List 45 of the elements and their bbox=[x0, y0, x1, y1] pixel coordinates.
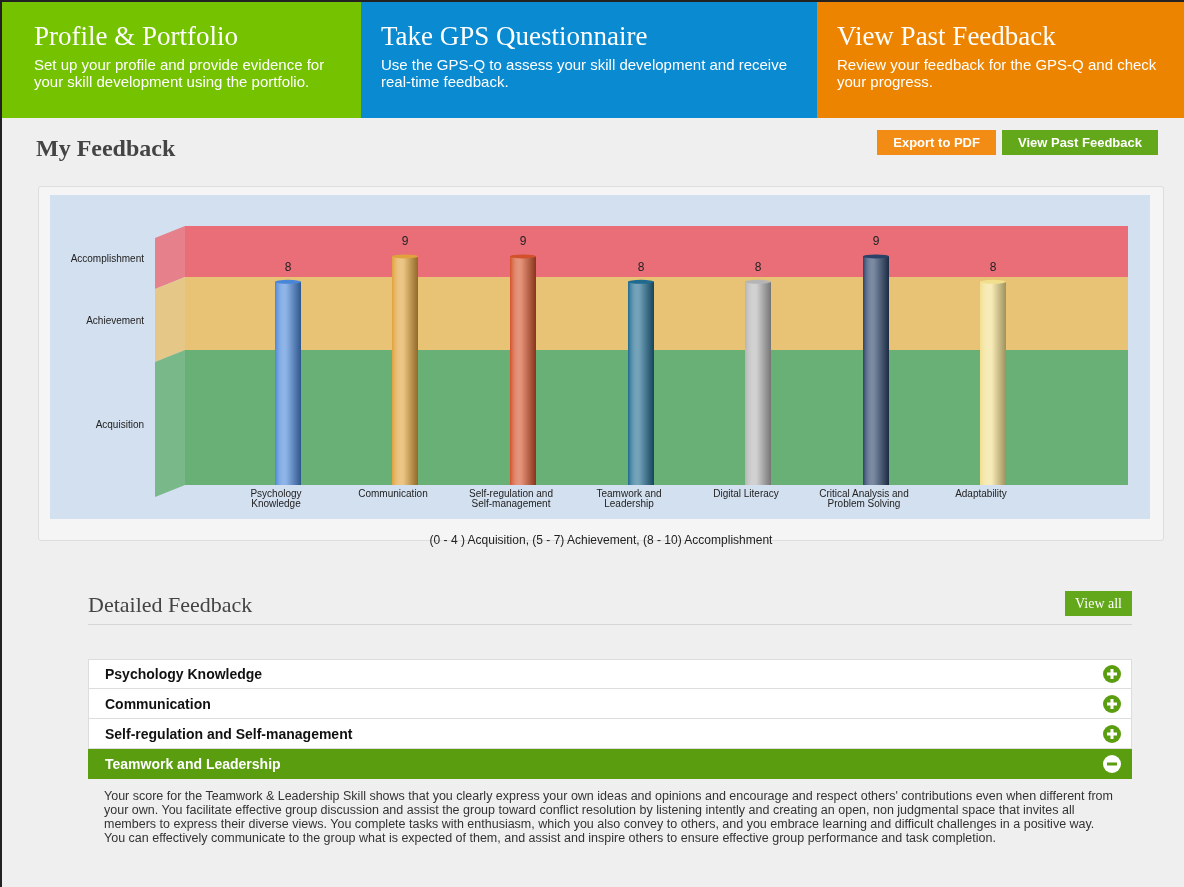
collapse-icon[interactable] bbox=[1103, 754, 1121, 773]
band-label: Acquisition bbox=[95, 418, 144, 430]
value-label: 9 bbox=[401, 234, 409, 249]
tile-description: Review your feedback for the GPS-Q and check your progress. bbox=[837, 56, 1158, 90]
value-label: 8 bbox=[989, 259, 997, 274]
nav-tile[interactable]: Take GPS Questionnaire Use the GPS-Q to assess your skill development and receive real-time feedback. bbox=[361, 2, 817, 118]
value-label: 9 bbox=[519, 234, 527, 249]
action-button[interactable]: View Past Feedback bbox=[1001, 130, 1158, 155]
nav-tile[interactable]: Profile & Portfolio Set up your profile and provide evidence for your skill development using the portfolio. bbox=[2, 2, 361, 118]
skill-title: Self-regulation and Self-management bbox=[105, 725, 353, 742]
nav-tile[interactable]: View Past Feedback Review your feedback for the GPS-Q and check your progress. bbox=[817, 2, 1184, 118]
tile-title: Take GPS Questionnaire bbox=[381, 20, 649, 52]
skill-title: Psychology Knowledge bbox=[105, 666, 263, 682]
category-label: Psychology Knowledge bbox=[250, 488, 302, 509]
accordion-header[interactable]: Teamwork and Leadership bbox=[88, 749, 1132, 779]
tile-description: Set up your profile and provide evidence for your skill development using the portfolio. bbox=[34, 56, 326, 90]
accordion-header[interactable]: Communication bbox=[88, 689, 1132, 719]
action-button[interactable]: Export to PDF bbox=[877, 130, 996, 155]
band-label: Achievement bbox=[86, 314, 144, 326]
skill-title: Teamwork and Leadership bbox=[105, 755, 281, 772]
page-title: My Feedback bbox=[36, 135, 176, 162]
section-title: Detailed Feedback bbox=[88, 592, 253, 618]
value-label: 8 bbox=[284, 259, 292, 274]
category-label: Self-regulation and Self-management bbox=[469, 488, 553, 509]
accordion-header[interactable]: Psychology Knowledge bbox=[88, 659, 1132, 689]
category-label: Digital Literacy bbox=[713, 488, 779, 499]
category-label: Teamwork and Leadership bbox=[596, 488, 662, 509]
chart-legend: (0 - 4 ) Acquisition, (5 - 7) Achievement, (8 - 10) Accomplishment bbox=[50, 533, 1152, 547]
band-label: Accomplishment bbox=[70, 252, 144, 264]
tile-description: Use the GPS-Q to assess your skill development and receive real-time feedback. bbox=[381, 56, 789, 90]
accordion-header[interactable]: Self-regulation and Self-management bbox=[88, 719, 1132, 749]
category-label: Adaptability bbox=[955, 488, 1007, 499]
expand-icon[interactable] bbox=[1103, 694, 1121, 713]
value-label: 9 bbox=[872, 234, 880, 249]
tile-title: View Past Feedback bbox=[837, 20, 1057, 52]
category-label: Critical Analysis and Problem Solving bbox=[819, 488, 909, 509]
view-all-button[interactable]: View all bbox=[1065, 591, 1132, 616]
expand-icon[interactable] bbox=[1103, 724, 1121, 743]
category-label: Communication bbox=[358, 488, 428, 499]
expand-icon[interactable] bbox=[1103, 665, 1121, 683]
value-label: 8 bbox=[637, 259, 645, 274]
feedback-paragraph: Your score for the Teamwork & Leadership Skill shows that you clearly express your own ideas and opinions and encourage and respect others' contributions even when different from your own. You facilitate effective group discussion and assist the group toward conflict resolution by listening intently and creating an open, non judgmental space that invites all members to express their diverse views. You complete tasks with enthusiasm, which you also convey to others, and you embrace learning and difficult challenges in a positive way. You can effectively communicate to the group what is expected of them, and assist and inspire others to ensure effective group performance and task completion. bbox=[104, 789, 1114, 845]
value-label: 8 bbox=[754, 259, 762, 274]
tile-title: Profile & Portfolio bbox=[34, 20, 239, 52]
skill-title: Communication bbox=[105, 695, 211, 712]
